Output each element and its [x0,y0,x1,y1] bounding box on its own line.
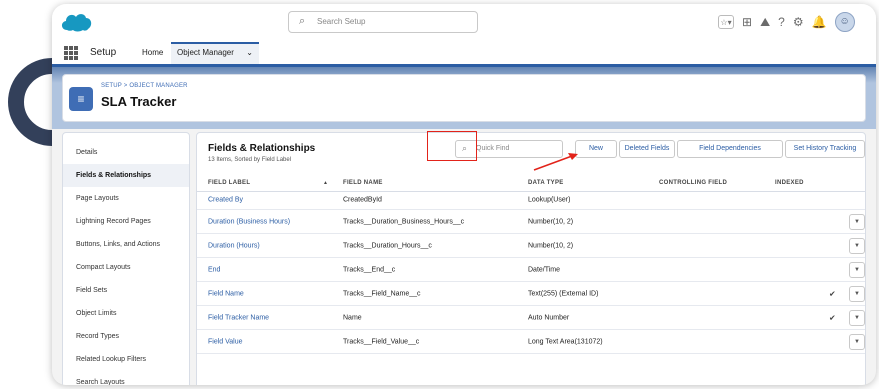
field-name-cell: Tracks__Duration_Business_Hours__c [343,218,465,225]
chevron-down-icon[interactable]: ⌄ [246,44,253,62]
field-label-link[interactable]: Field Value [208,338,243,345]
table-row: Field Tracker Name Name Auto Number ✔ ▼ [197,306,865,330]
data-type-cell: Lookup(User) [528,196,571,204]
field-label-link[interactable]: Created By [208,197,243,204]
table-row: Field Name Tracks__Field_Name__c Text(25… [197,282,865,306]
salesforce-logo-icon [61,14,92,32]
indexed-check-icon: ✔ [829,289,836,298]
field-label-link[interactable]: Duration (Business Hours) [208,218,290,225]
row-actions-dropdown-button[interactable]: ▼ [849,309,865,326]
search-icon: ⌕ [299,15,306,27]
data-type-cell: Number(10, 2) [528,242,574,249]
field-label-link[interactable]: End [208,266,220,273]
app-name: Setup [90,47,117,58]
table-header: FIELD LABEL ▲ FIELD NAME DATA TYPE CONTR… [197,177,865,192]
quick-find-placeholder: Quick Find [476,145,510,152]
notification-bell-icon[interactable]: 🔔 [812,15,827,29]
row-actions-dropdown-button[interactable]: ▼ [849,285,865,302]
table-row: Duration (Hours) Tracks__Duration_Hours_… [197,234,865,258]
annotation-arrow-icon [533,153,578,171]
data-type-cell: Auto Number [528,314,570,321]
data-type-cell: Text(255) (External ID) [528,290,599,297]
gear-icon[interactable]: ⚙ [793,15,804,29]
field-name-cell: Name [343,314,362,321]
deleted-fields-button[interactable]: Deleted Fields [619,140,675,158]
column-header-data-type[interactable]: DATA TYPE [528,180,564,186]
tab-object-manager-label: Object Manager [177,48,234,57]
column-header-field-name[interactable]: FIELD NAME [343,180,383,186]
table-row: Field Value Tracks__Field_Value__c Long … [197,330,865,354]
app-nav-bar: Setup Home Object Manager ⌄ [52,42,876,67]
sidebar-item-compact-layouts[interactable]: Compact Layouts [63,256,189,279]
object-header: ≡ SETUP > OBJECT MANAGER SLA Tracker [62,74,866,122]
sidebar-item-record-types[interactable]: Record Types [63,325,189,348]
field-label-link[interactable]: Duration (Hours) [208,242,260,249]
new-button-highlight [427,131,477,161]
page-title: SLA Tracker [101,94,177,109]
app-launcher-icon[interactable] [64,46,78,60]
sidebar-item-buttons-links-actions[interactable]: Buttons, Links, and Actions [63,233,189,256]
data-type-cell: Long Text Area(131072) [528,338,603,345]
section-title: Fields & Relationships [208,143,316,154]
breadcrumb[interactable]: SETUP > OBJECT MANAGER [101,83,188,89]
column-header-indexed[interactable]: INDEXED [775,180,804,186]
section-subtitle: 13 Items, Sorted by Field Label [208,157,292,163]
add-icon[interactable]: ⊞ [742,15,752,29]
object-sidebar: Details Fields & Relationships Page Layo… [62,132,190,385]
data-type-cell: Date/Time [528,266,561,273]
row-actions-dropdown-button[interactable]: ▼ [849,261,865,278]
row-actions-dropdown-button[interactable]: ▼ [849,333,865,350]
data-type-cell: Number(10, 2) [528,218,574,225]
field-name-cell: CreatedById [343,196,382,204]
row-actions-dropdown-button[interactable]: ▼ [849,237,865,254]
sidebar-item-lightning-record-pages[interactable]: Lightning Record Pages [63,210,189,233]
indexed-check-icon: ✔ [829,313,836,322]
row-actions-dropdown-button[interactable]: ▼ [849,213,865,230]
table-row: Created By CreatedById Lookup(User) [197,191,865,210]
sidebar-item-object-limits[interactable]: Object Limits [63,302,189,325]
global-header: ⌕ Search Setup ☆▾ ⊞ ⛰ ? ⚙ 🔔 ☺ [52,4,876,43]
custom-object-icon: ≡ [69,87,93,111]
trailhead-icon[interactable]: ⛰ [760,15,770,30]
sidebar-item-search-layouts[interactable]: Search Layouts [63,371,189,385]
favorites-icon[interactable]: ☆▾ [718,15,734,29]
fields-relationships-panel: Fields & Relationships 13 Items, Sorted … [196,132,866,385]
field-name-cell: Tracks__Duration_Hours__c [343,242,432,249]
sort-ascending-icon[interactable]: ▲ [323,180,328,186]
help-icon[interactable]: ? [778,15,785,29]
field-name-cell: Tracks__End__c [343,266,396,273]
setup-search-input[interactable]: ⌕ Search Setup [288,11,478,33]
table-row: Duration (Business Hours) Tracks__Durati… [197,210,865,234]
table-row: End Tracks__End__c Date/Time ▼ [197,258,865,282]
field-name-cell: Tracks__Field_Value__c [343,338,420,345]
column-header-controlling-field[interactable]: CONTROLLING FIELD [659,180,727,186]
sidebar-item-page-layouts[interactable]: Page Layouts [63,187,189,210]
search-placeholder: Search Setup [317,17,366,26]
field-label-link[interactable]: Field Name [208,290,244,297]
sidebar-item-details[interactable]: Details [63,141,189,164]
sidebar-item-related-lookup-filters[interactable]: Related Lookup Filters [63,348,189,371]
column-header-field-label[interactable]: FIELD LABEL [208,180,250,186]
sidebar-item-field-sets[interactable]: Field Sets [63,279,189,302]
field-dependencies-button[interactable]: Field Dependencies [677,140,783,158]
sidebar-item-fields-relationships[interactable]: Fields & Relationships [63,164,189,187]
avatar[interactable]: ☺ [834,12,855,32]
set-history-tracking-button[interactable]: Set History Tracking [785,140,865,158]
field-name-cell: Tracks__Field_Name__c [343,290,421,297]
tab-object-manager[interactable]: Object Manager ⌄ [171,42,259,64]
header-icons: ☆▾ ⊞ ⛰ ? ⚙ 🔔 ☺ [718,12,855,32]
tab-home[interactable]: Home [142,42,163,64]
field-label-link[interactable]: Field Tracker Name [208,314,269,321]
